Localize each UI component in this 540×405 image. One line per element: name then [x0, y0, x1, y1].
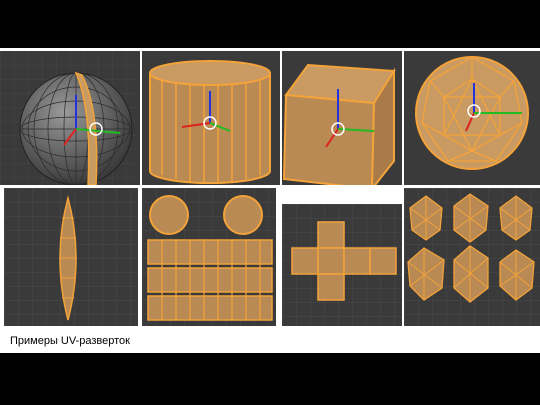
cylinder-mesh: [149, 72, 271, 184]
uv-island-cylinder-cap-top: [149, 195, 189, 235]
uv-island-cylinder-side: [147, 239, 273, 321]
cube-front-face: [282, 93, 376, 185]
viewport-icosphere[interactable]: [404, 51, 540, 185]
viewport-cube[interactable]: [282, 51, 402, 185]
uv-editor-sphere[interactable]: [4, 188, 138, 326]
uv-island-cylinder-cap-bottom: [223, 195, 263, 235]
uv-editor-cube[interactable]: [282, 204, 402, 326]
slide-caption: Примеры UV-разверток: [10, 335, 130, 347]
uv-editor-icosphere[interactable]: [404, 188, 540, 326]
viewport-cylinder[interactable]: [142, 51, 280, 185]
uv-editor-cylinder[interactable]: [142, 188, 276, 326]
viewport-sphere[interactable]: [0, 51, 140, 185]
